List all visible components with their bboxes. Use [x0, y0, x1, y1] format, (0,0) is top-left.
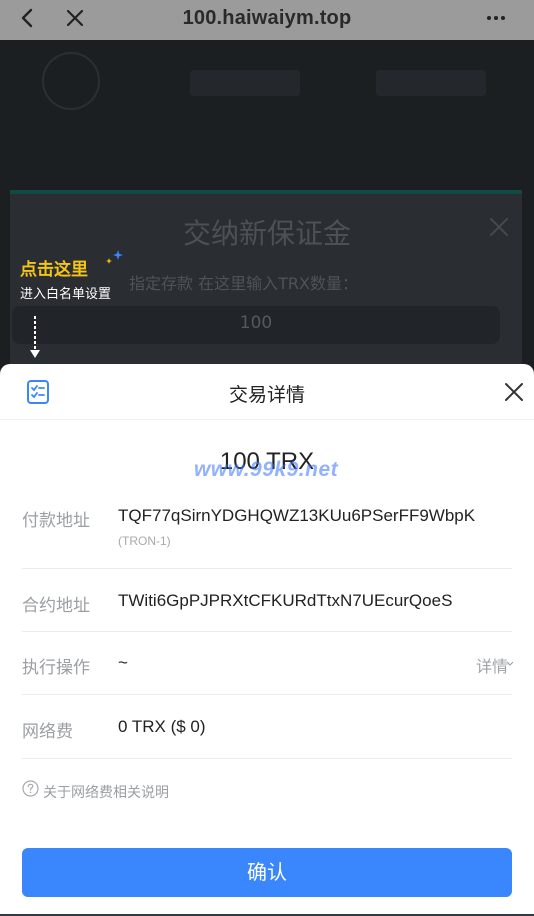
payer-address-value: TQF77qSirnYDGHQWZ13KUu6PSerFF9WbpK — [118, 506, 476, 525]
nav-button — [190, 70, 300, 96]
payer-address-label: 付款地址 — [22, 511, 90, 531]
help-circle-icon[interactable] — [22, 780, 39, 797]
divider — [22, 758, 512, 759]
sheet-title: 交易详情 — [228, 384, 305, 406]
hint-title: 点击这里 — [20, 260, 88, 280]
sheet-header: 交易详情 — [0, 364, 534, 420]
divider — [22, 568, 512, 569]
close-icon[interactable] — [503, 381, 525, 403]
sparkle-icon — [106, 250, 123, 264]
divider — [22, 631, 512, 632]
network-fee-help-link[interactable]: 关于网络费相关说明 — [43, 782, 169, 802]
action-row: 执行操作 ~ 详情 — [22, 653, 514, 695]
hint-subtitle: 进入白名单设置 — [20, 287, 112, 302]
network-tag: (TRON-1) — [118, 534, 171, 548]
tron-logo — [42, 52, 100, 110]
more-menu-icon[interactable] — [484, 8, 508, 28]
transaction-details-sheet: 交易详情 100 TRX www.99k9.net 付款地址 TQF77qSir… — [0, 364, 534, 916]
watermark-text: www.99k9.net — [194, 458, 339, 481]
deposit-dialog-title: 交纳新保证金 — [182, 217, 351, 250]
chevron-down-icon[interactable] — [506, 661, 514, 667]
down-arrow-icon — [30, 316, 40, 358]
contract-address-value: TWiti6GpPJPRXtCFKURdTtxN7UEcurQoeS — [118, 591, 453, 610]
contract-address-label: 合约地址 — [22, 596, 90, 616]
network-fee-value: 0 TRX ($ 0) — [118, 717, 206, 736]
action-value: ~ — [118, 653, 128, 672]
deposit-amount-value: 100 — [239, 313, 273, 333]
close-icon — [490, 218, 508, 236]
deposit-label: 指定存款 在这里输入TRX数量： — [129, 274, 358, 293]
network-fee-label: 网络费 — [22, 722, 73, 742]
details-link[interactable]: 详情 — [476, 653, 508, 677]
deposit-amount-input: 100 — [12, 306, 500, 344]
nav-button — [376, 70, 486, 96]
action-label: 执行操作 — [22, 658, 90, 678]
confirm-button[interactable]: 确认 — [22, 848, 512, 897]
payer-address-row: 付款地址 TQF77qSirnYDGHQWZ13KUu6PSerFF9WbpK … — [22, 504, 512, 570]
divider — [22, 694, 512, 695]
contract-address-row: 合约地址 TWiti6GpPJPRXtCFKURdTtxN7UEcurQoeS — [22, 591, 512, 632]
network-fee-row: 网络费 0 TRX ($ 0) — [22, 717, 512, 759]
browser-toolbar: 100.haiwaiym.top — [0, 0, 534, 40]
page-url-title: 100.haiwaiym.top — [182, 7, 352, 29]
